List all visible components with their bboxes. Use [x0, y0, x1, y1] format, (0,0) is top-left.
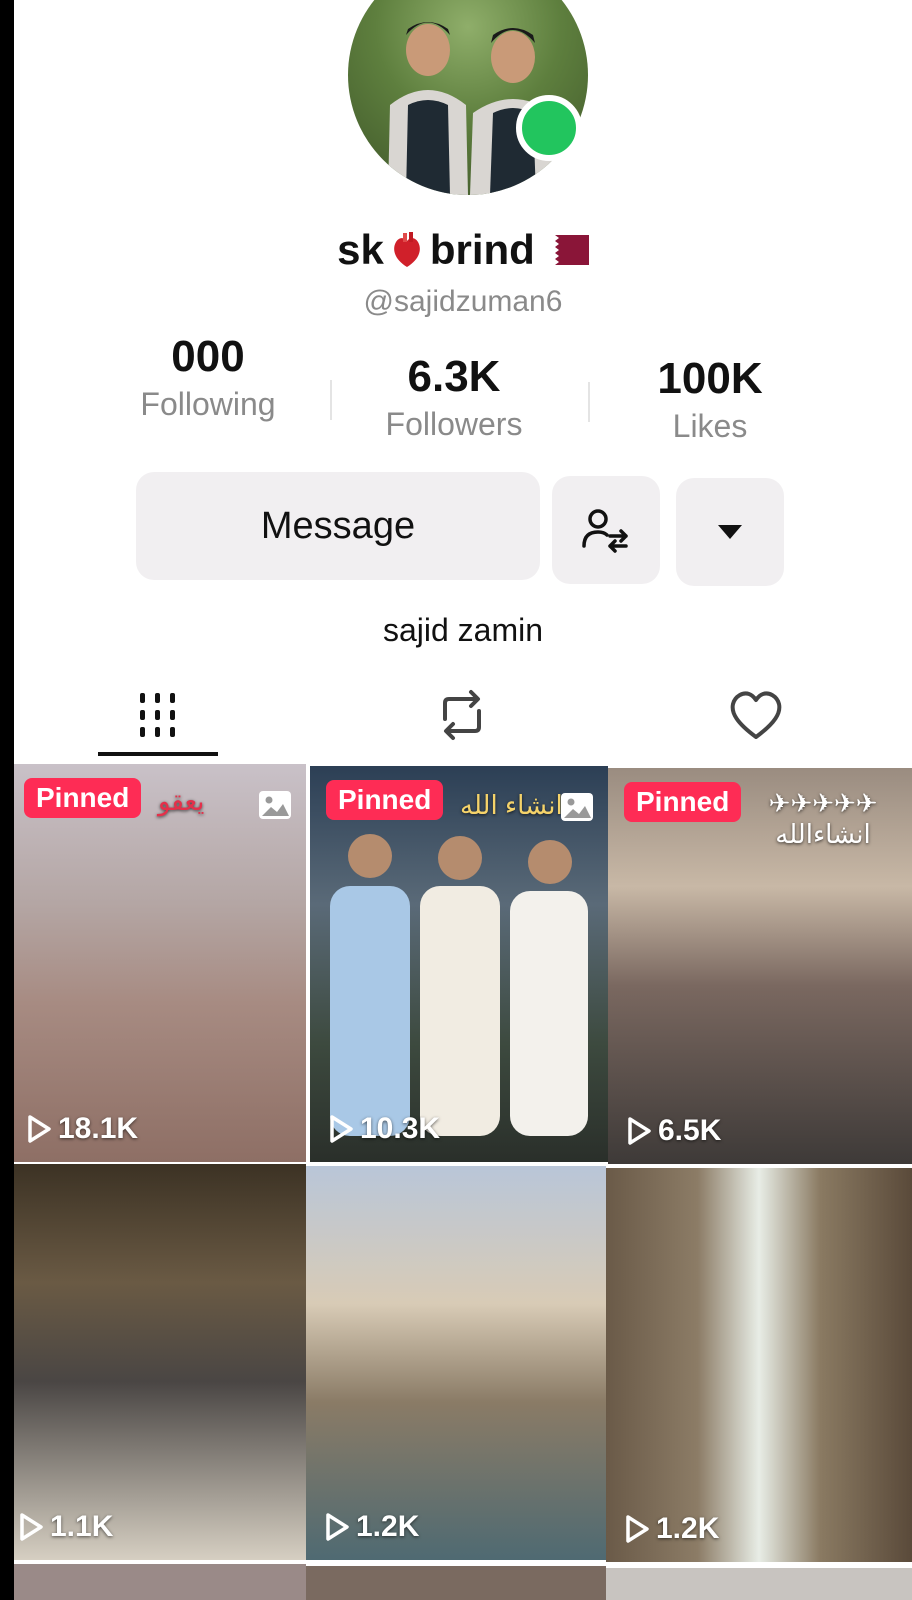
play-icon	[20, 1513, 43, 1541]
view-count-value: 1.1K	[50, 1510, 114, 1543]
username-handle: @sajidzuman6	[363, 285, 563, 318]
video-thumbnail[interactable]: Pinned ✈✈✈✈✈ انشاءالله 6.5K	[608, 768, 912, 1164]
grid-icon	[140, 693, 175, 737]
view-count-value: 18.1K	[58, 1112, 139, 1145]
photo-post-icon	[259, 791, 291, 819]
view-count-value: 6.5K	[658, 1114, 722, 1147]
anatomical-heart-icon	[394, 232, 420, 267]
video-thumbnail[interactable]: Pinned يعقو 18.1K	[14, 764, 306, 1162]
video-caption-overlay: يعقو	[158, 786, 205, 816]
view-count: 1.1K	[18, 1510, 113, 1544]
view-count-value: 1.2K	[356, 1510, 420, 1543]
view-count-value: 1.2K	[656, 1512, 720, 1545]
video-caption-overlay: انشاء الله	[460, 790, 563, 820]
stat-followers[interactable]: 6.3K Followers	[374, 352, 534, 443]
display-name: sk brind	[14, 226, 912, 274]
pinned-badge: Pinned	[624, 782, 742, 822]
tab-liked[interactable]	[706, 680, 806, 750]
video-thumbnail[interactable]: 1.1K	[14, 1164, 306, 1560]
following-count: 000	[171, 332, 245, 381]
likes-label: Likes	[672, 408, 748, 444]
view-count-value: 10.3K	[360, 1112, 441, 1145]
stat-divider	[330, 380, 332, 420]
view-count: 18.1K	[26, 1112, 138, 1146]
avatar-container[interactable]	[348, 0, 588, 195]
follow-back-button[interactable]	[552, 476, 660, 584]
message-button[interactable]: Message	[136, 472, 540, 580]
more-options-button[interactable]	[676, 478, 784, 586]
play-icon	[626, 1515, 649, 1543]
play-icon	[28, 1115, 51, 1143]
profile-page: sk brind @sajidzuman6 000 Following 6.3K…	[14, 0, 912, 1600]
video-thumbnail[interactable]	[306, 1566, 606, 1600]
stat-likes[interactable]: 100K Likes	[630, 354, 790, 445]
video-thumbnail[interactable]	[14, 1564, 306, 1600]
video-thumbnail[interactable]	[606, 1568, 912, 1600]
thumbnail-figures	[330, 834, 588, 1136]
user-swap-icon	[582, 509, 628, 553]
tab-videos[interactable]	[108, 680, 208, 750]
photo-post-icon	[561, 793, 593, 821]
video-thumbnail[interactable]: Pinned انشاء الله 10.3K	[310, 766, 608, 1162]
online-status-dot	[516, 95, 582, 161]
play-icon	[330, 1115, 353, 1143]
play-icon	[628, 1117, 651, 1145]
bio-text: sajid zamin	[382, 612, 544, 648]
tab-reposts[interactable]	[412, 680, 512, 750]
followers-label: Followers	[385, 406, 523, 442]
pinned-badge: Pinned	[326, 780, 444, 820]
video-thumbnail[interactable]: 1.2K	[606, 1168, 912, 1562]
likes-count: 100K	[657, 354, 763, 403]
view-count: 1.2K	[624, 1512, 719, 1546]
play-icon	[326, 1513, 349, 1541]
caret-down-icon	[718, 525, 742, 539]
display-name-part1: sk	[337, 226, 384, 273]
view-count: 1.2K	[324, 1510, 419, 1544]
view-count: 6.5K	[626, 1114, 721, 1148]
qatar-flag-icon	[540, 235, 589, 265]
repost-icon	[443, 690, 481, 740]
active-tab-indicator	[98, 752, 218, 756]
display-name-part2: brind	[429, 226, 535, 273]
stat-divider	[588, 382, 590, 422]
video-thumbnail[interactable]: 1.2K	[306, 1166, 606, 1560]
pinned-badge: Pinned	[24, 778, 142, 818]
heart-outline-icon	[730, 691, 782, 739]
video-caption-overlay: ✈✈✈✈✈ انشاءالله	[768, 788, 878, 849]
followers-count: 6.3K	[407, 352, 501, 401]
following-label: Following	[140, 386, 276, 422]
view-count: 10.3K	[328, 1112, 440, 1146]
stat-following[interactable]: 000 Following	[128, 332, 288, 423]
